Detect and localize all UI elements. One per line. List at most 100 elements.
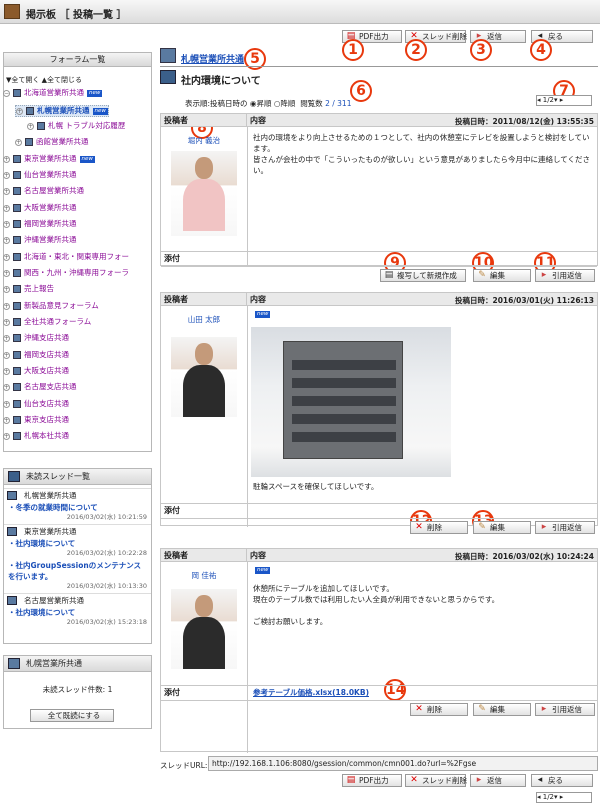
forum-tree-item[interactable]: + 名古屋営業所共通 (3, 186, 84, 196)
toggle-icon[interactable]: + (3, 204, 10, 212)
toggle-icon[interactable]: + (3, 253, 10, 261)
forum-tree-item[interactable]: + 仙台支店共通 (3, 399, 69, 409)
forum-name-link[interactable]: 札幌営業所共通 (181, 52, 244, 65)
forum-tree-label[interactable]: 北海道営業所共通 (24, 88, 84, 97)
forum-tree-item[interactable]: + 札幌 トラブル対応履歴 (27, 121, 125, 131)
forum-tree-label[interactable]: 名古屋支店共通 (24, 382, 77, 391)
forum-tree-item[interactable]: + 全社共通フォーラム (3, 317, 91, 327)
attachment-link[interactable]: 参考テーブル価格.xlsx(18.0KB) (253, 687, 369, 698)
expand-all-link[interactable]: ▼全て開く (6, 76, 39, 84)
forum-tree-label[interactable]: 仙台支店共通 (24, 399, 69, 408)
toggle-icon[interactable]: + (3, 155, 10, 163)
next-page-icon[interactable]: ▸ (560, 793, 564, 801)
forum-tree-label[interactable]: 沖縄支店共通 (24, 333, 69, 342)
toggle-icon[interactable]: + (3, 400, 10, 408)
forum-tree-label[interactable]: 大阪営業所共通 (24, 203, 77, 212)
forum-tree-item[interactable]: + 福岡支店共通 (3, 350, 69, 360)
forum-tree-label[interactable]: 大阪支店共通 (24, 366, 69, 375)
next-page-icon[interactable]: ▸ (560, 96, 564, 104)
toggle-icon[interactable]: + (15, 138, 22, 146)
forum-tree-label[interactable]: 名古屋営業所共通 (24, 186, 84, 195)
delete-thread-button-bottom[interactable]: ✕ スレッド削除 (405, 774, 467, 787)
forum-tree-item[interactable]: + 函館営業所共通 (15, 137, 89, 147)
unread-thread-link[interactable]: ・社内環境について (8, 607, 148, 618)
forum-tree-item[interactable]: + 名古屋支店共通 (3, 382, 77, 392)
mark-all-read-button[interactable]: 全て既読にする (30, 709, 114, 722)
toggle-icon[interactable]: + (3, 367, 10, 375)
pdf-export-button-bottom[interactable]: ▤ PDF出力 (342, 774, 402, 787)
forum-tree-label[interactable]: 北海道・東北・関東専用フォー (24, 252, 129, 261)
author-link[interactable]: 山田 太郎 (161, 314, 247, 325)
forum-tree-label[interactable]: 函館営業所共通 (36, 137, 89, 146)
toggle-icon[interactable]: + (3, 269, 10, 277)
forum-tree-item[interactable]: + 沖縄支店共通 (3, 333, 69, 343)
forum-tree-item[interactable]: + 東京営業所共通 new (3, 154, 95, 164)
forum-tree-label[interactable]: 関西・九州・沖縄専用フォーラ (24, 268, 129, 277)
quote-reply-button[interactable]: ▸ 引用返信 (535, 521, 595, 534)
prev-page-icon[interactable]: ◂ (537, 793, 541, 801)
toggle-icon[interactable]: + (3, 351, 10, 359)
forum-tree-item[interactable]: + 福岡営業所共通 (3, 219, 77, 229)
forum-tree-label[interactable]: 札幌営業所共通 (37, 106, 90, 115)
author-link[interactable]: 堀内 義治 (161, 135, 247, 146)
post-image[interactable] (251, 327, 451, 477)
toggle-icon[interactable]: + (3, 285, 10, 293)
unread-thread-link[interactable]: ・社内GroupSessionのメンテナンスを行います。 (8, 560, 148, 582)
forum-tree-item[interactable]: + 沖縄営業所共通 (3, 235, 77, 245)
pager-top[interactable]: ◂ 1/2▾ ▸ (536, 95, 592, 106)
forum-tree-item[interactable]: + 売上報告 (3, 284, 54, 294)
forum-tree-item[interactable]: − 北海道営業所共通 new (3, 88, 103, 98)
forum-tree-item[interactable]: + 札幌営業所共通 new (15, 105, 109, 117)
toggle-icon[interactable]: + (3, 187, 10, 195)
collapse-all-link[interactable]: ▲全て閉じる (42, 76, 82, 84)
forum-tree-label[interactable]: 沖縄営業所共通 (24, 235, 77, 244)
forum-tree-item[interactable]: + 大阪営業所共通 (3, 203, 77, 213)
unread-thread-link[interactable]: ・社内環境について (8, 538, 148, 549)
quote-reply-button[interactable]: ▸ 引用返信 (535, 703, 595, 716)
toggle-icon[interactable]: + (3, 236, 10, 244)
toggle-icon[interactable]: + (3, 220, 10, 228)
unread-group-forum[interactable]: 東京営業所共通 (4, 524, 151, 537)
author-link[interactable]: 岡 佳祐 (161, 570, 247, 581)
edit-button[interactable]: ✎ 編集 (473, 269, 531, 282)
copy-new-button[interactable]: ▤ 複写して新規作成 (380, 269, 466, 282)
unread-group-forum[interactable]: 札幌営業所共通 (4, 488, 151, 501)
reply-button-bottom[interactable]: ▸ 返信 (470, 774, 526, 787)
forum-tree-item[interactable]: + 新製品意見フォーラム (3, 301, 99, 311)
edit-button[interactable]: ✎ 編集 (473, 521, 531, 534)
toggle-icon[interactable]: + (3, 334, 10, 342)
forum-tree-item[interactable]: + 北海道・東北・関東専用フォー (3, 252, 129, 262)
forum-tree-label[interactable]: 売上報告 (24, 284, 54, 293)
forum-tree-item[interactable]: + 東京支店共通 (3, 415, 69, 425)
forum-tree-label[interactable]: 全社共通フォーラム (24, 317, 91, 326)
toggle-icon[interactable]: + (3, 432, 10, 440)
toggle-icon[interactable]: + (3, 383, 10, 391)
forum-tree-label[interactable]: 東京営業所共通 (24, 154, 77, 163)
forum-tree-label[interactable]: 札幌 トラブル対応履歴 (48, 121, 125, 130)
thread-url-field[interactable]: http://192.168.1.106:8080/gsession/commo… (208, 756, 598, 771)
forum-tree-item[interactable]: + 札幌本社共通 (3, 431, 69, 441)
back-button-bottom[interactable]: ◂ 戻る (531, 774, 593, 787)
forum-tree-label[interactable]: 新製品意見フォーラム (24, 301, 99, 310)
delete-post-button[interactable]: ✕ 削除 (410, 703, 468, 716)
unread-thread-link[interactable]: ・冬季の就業時間について (8, 502, 148, 513)
forum-tree-label[interactable]: 東京支店共通 (24, 415, 69, 424)
toggle-icon[interactable]: + (3, 318, 10, 326)
pager-bottom[interactable]: ◂ 1/2▾ ▸ (536, 792, 592, 803)
toggle-icon[interactable]: + (3, 416, 10, 424)
toggle-icon[interactable]: + (3, 302, 10, 310)
toggle-icon[interactable]: − (3, 89, 10, 97)
forum-tree-item[interactable]: + 仙台営業所共通 (3, 170, 77, 180)
toggle-icon[interactable]: + (16, 107, 23, 115)
forum-tree-label[interactable]: 仙台営業所共通 (24, 170, 77, 179)
prev-page-icon[interactable]: ◂ (537, 96, 541, 104)
forum-tree-label[interactable]: 札幌本社共通 (24, 431, 69, 440)
forum-tree-item[interactable]: + 大阪支店共通 (3, 366, 69, 376)
forum-tree-label[interactable]: 福岡営業所共通 (24, 219, 77, 228)
toggle-icon[interactable]: + (3, 171, 10, 179)
edit-button[interactable]: ✎ 編集 (473, 703, 531, 716)
quote-reply-button[interactable]: ▸ 引用返信 (535, 269, 595, 282)
forum-tree-item[interactable]: + 関西・九州・沖縄専用フォーラ (3, 268, 129, 278)
forum-tree-label[interactable]: 福岡支店共通 (24, 350, 69, 359)
toggle-icon[interactable]: + (27, 122, 34, 130)
